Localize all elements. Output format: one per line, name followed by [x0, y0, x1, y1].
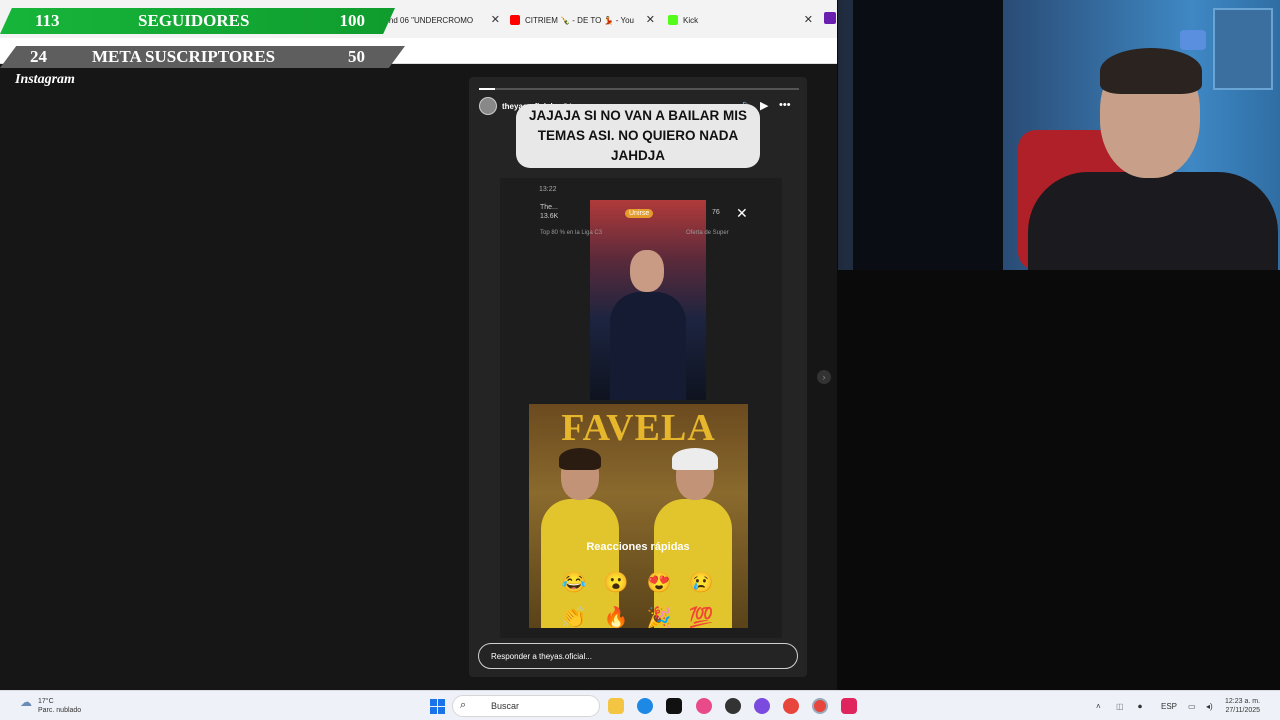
poster-hair-left — [559, 448, 601, 470]
network-icon[interactable]: ▭ — [1188, 702, 1196, 711]
instagram-logo[interactable]: Instagram — [15, 72, 75, 88]
followers-goal-banner: 113 SEGUIDORES 100 — [0, 8, 395, 34]
reaction-clap[interactable]: 👏 — [561, 605, 587, 631]
close-tab-icon[interactable]: ✕ — [491, 13, 500, 26]
live-channel-name: The... — [540, 204, 558, 211]
tab-title: CITRIEM 🍾 - DE TO 💃 - You — [525, 15, 634, 25]
weather-icon: ☁ — [20, 695, 32, 709]
story-caption: JAJAJA SI NO VAN A BAILAR MIS TEMAS ASI.… — [516, 104, 760, 168]
poster-title: FAVELA — [561, 407, 716, 449]
webcam-streamer-hair — [1100, 48, 1202, 94]
reaction-party[interactable]: 🎉 — [646, 605, 672, 631]
streamer-head — [630, 250, 664, 292]
story-progress-bar — [479, 88, 799, 90]
next-story-icon[interactable]: › — [817, 370, 831, 384]
obs-icon[interactable] — [725, 698, 741, 714]
phone-status-time: 13:22 — [539, 186, 557, 193]
live-viewers: 13.6K — [540, 213, 559, 220]
language-indicator[interactable]: ESP — [1161, 702, 1177, 711]
followers-label: SEGUIDORES — [138, 11, 250, 30]
webcam-background-door — [853, 0, 1003, 270]
webcam-wall-poster — [1213, 8, 1273, 90]
close-tab-icon[interactable]: ✕ — [646, 13, 655, 26]
taskbar-search[interactable]: Buscar — [452, 695, 600, 717]
followers-goal: 100 — [339, 11, 366, 30]
close-icon: ✕ — [736, 205, 748, 221]
reply-input[interactable]: Responder a theyas.oficial... — [478, 643, 798, 669]
reaction-sad[interactable]: 😢 — [688, 570, 714, 596]
show-hidden-icons[interactable]: ˄ — [1096, 702, 1101, 711]
story-progress-fill — [479, 88, 495, 90]
subs-goal: 50 — [348, 47, 365, 66]
windows-start-icon[interactable] — [430, 699, 445, 714]
system-clock[interactable]: 12:23 a. m. 27/11/2025 — [1225, 697, 1260, 715]
tab-undercromo[interactable]: ound 06 "UNDERCROMO ✕ — [380, 9, 500, 31]
app-icon[interactable] — [696, 698, 712, 714]
story-avatar[interactable] — [479, 97, 497, 115]
streamer-body — [610, 292, 686, 400]
right-empty-area — [838, 270, 1280, 690]
live-join-badge: Unirse — [625, 209, 654, 218]
chrome-active-icon[interactable] — [812, 698, 828, 714]
weather-widget[interactable]: ☁ 17°C Parc. nublado — [20, 695, 81, 715]
tab-youtube[interactable]: CITRIEM 🍾 - DE TO 💃 - You ✕ — [510, 9, 655, 31]
play-icon[interactable]: ▶ — [760, 99, 768, 112]
tiktok-studio-icon[interactable] — [841, 698, 857, 714]
webcam-feed — [838, 0, 1280, 270]
clock-time: 12:23 a. m. — [1225, 698, 1261, 705]
reaction-fire[interactable]: 🔥 — [603, 605, 629, 631]
live-offer: Oferta de Super — [686, 230, 729, 236]
kick-icon — [668, 15, 678, 25]
app-icon-2[interactable] — [754, 698, 770, 714]
subs-current: 24 — [30, 47, 47, 66]
quick-reactions-title: Reacciones rápidas — [586, 541, 690, 553]
file-explorer-icon[interactable] — [608, 698, 624, 714]
tab-title: Kick — [683, 15, 699, 25]
webcam-streamer-body — [1028, 172, 1278, 270]
tray-app-icon[interactable]: ◫ — [1116, 702, 1124, 711]
volume-icon[interactable]: ◂) — [1206, 702, 1213, 711]
youtube-icon — [510, 15, 520, 25]
reaction-100[interactable]: 💯 — [688, 605, 714, 631]
tiktok-icon[interactable] — [666, 698, 682, 714]
tab-kick[interactable]: Kick ✕ — [668, 9, 813, 31]
favela-poster: FAVELA — [529, 404, 748, 628]
search-icon: ⌕ — [460, 699, 467, 711]
followers-current: 113 — [35, 11, 60, 30]
webcam-wall-logo — [1180, 30, 1206, 50]
screen: ound 06 "UNDERCROMO ✕ CITRIEM 🍾 - DE TO … — [0, 0, 1280, 720]
edge-icon[interactable] — [637, 698, 653, 714]
chrome-icon[interactable] — [783, 698, 799, 714]
close-tab-icon[interactable]: ✕ — [804, 13, 813, 26]
tab-title: ound 06 "UNDERCROMO — [380, 15, 474, 25]
reaction-heart-eyes[interactable]: 😍 — [646, 570, 672, 596]
yahoo-tab-icon[interactable] — [824, 12, 836, 24]
clock-date: 27/11/2025 — [1225, 707, 1261, 714]
poster-cap-right — [672, 448, 718, 470]
live-count: 76 — [712, 209, 720, 216]
subs-goal-banner: 24 META SUSCRIPTORES 50 — [0, 46, 405, 68]
live-ranking: Top 80 % en la Liga C3 — [540, 230, 603, 236]
reaction-surprised[interactable]: 😮 — [603, 570, 629, 596]
reaction-laugh[interactable]: 😂 — [561, 570, 587, 596]
subs-label: META SUSCRIPTORES — [92, 47, 276, 66]
more-options-icon[interactable]: ••• — [779, 99, 791, 111]
microphone-icon[interactable]: ⏺ — [1138, 702, 1142, 712]
